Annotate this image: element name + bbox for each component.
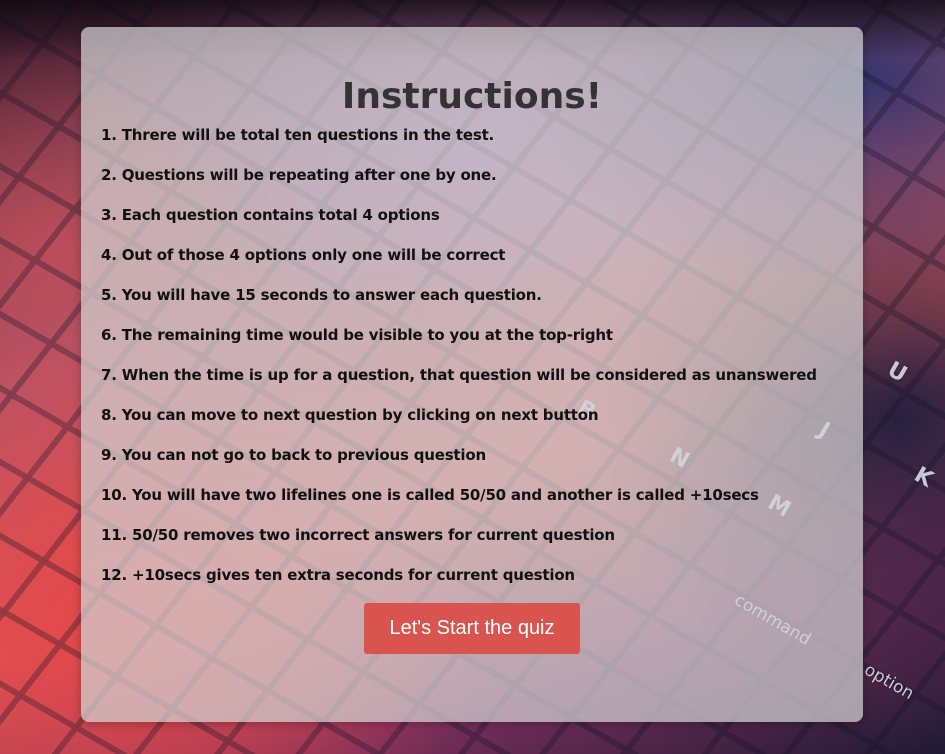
instruction-item: 11. 50/50 removes two incorrect answers …	[101, 526, 615, 544]
instruction-item: 6. The remaining time would be visible t…	[101, 326, 613, 344]
instruction-item: 1. Threre will be total ten questions in…	[101, 126, 495, 144]
start-quiz-button[interactable]: Let's Start the quiz	[364, 603, 580, 654]
page-title: Instructions!	[341, 76, 603, 117]
instruction-item: 3. Each question contains total 4 option…	[101, 206, 440, 224]
instruction-item: 8. You can move to next question by clic…	[101, 406, 599, 424]
instruction-item: 10. You will have two lifelines one is c…	[101, 486, 759, 504]
instruction-item: 9. You can not go to back to previous qu…	[101, 446, 486, 464]
instruction-item: 12. +10secs gives ten extra seconds for …	[101, 566, 575, 584]
instruction-item: 7. When the time is up for a question, t…	[101, 366, 817, 384]
instruction-item: 5. You will have 15 seconds to answer ea…	[101, 286, 542, 304]
instructions-list: 1. Threre will be total ten questions in…	[101, 125, 817, 605]
instruction-item: 4. Out of those 4 options only one will …	[101, 246, 506, 264]
instruction-item: 2. Questions will be repeating after one…	[101, 166, 497, 184]
instructions-card: Instructions! 1. Threre will be total te…	[81, 27, 863, 722]
